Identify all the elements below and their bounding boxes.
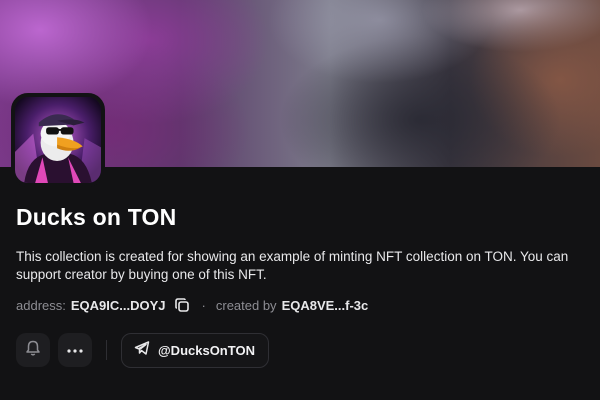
creator-label: created by <box>215 297 277 313</box>
action-bar: @DucksOnTON <box>16 332 269 368</box>
telegram-icon <box>134 340 150 361</box>
collection-description: This collection is created for showing a… <box>16 249 569 282</box>
address-value[interactable]: EQA9IC...DOYJ <box>71 298 166 313</box>
collection-meta: address: EQA9IC...DOYJ · created by EQA8… <box>16 296 368 314</box>
telegram-link-button[interactable]: @DucksOnTON <box>121 332 269 368</box>
bell-icon <box>24 339 42 362</box>
address-label: address: <box>16 297 66 313</box>
meta-separator: · <box>201 297 206 313</box>
collection-avatar <box>11 93 105 187</box>
notify-button[interactable] <box>16 333 50 367</box>
duck-avatar-image <box>15 97 101 183</box>
creator-value[interactable]: EQA8VE...f-3c <box>282 298 369 313</box>
collection-title: Ducks on TON <box>16 204 177 230</box>
telegram-handle: @DucksOnTON <box>158 342 255 358</box>
copy-icon[interactable] <box>174 297 190 313</box>
more-button[interactable] <box>58 333 92 367</box>
more-dots-icon <box>66 341 84 359</box>
action-divider <box>106 340 107 360</box>
